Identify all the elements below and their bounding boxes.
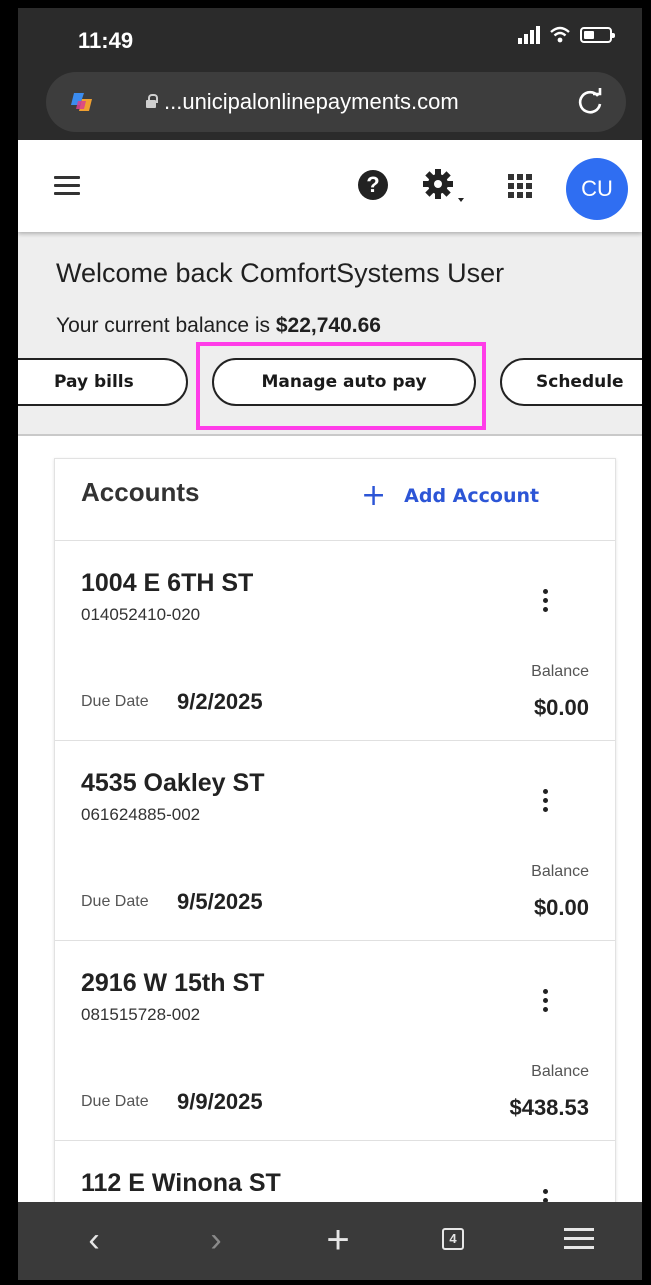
url-text[interactable]: ...unicipalonlinepayments.com (164, 89, 459, 115)
lock-icon (146, 94, 158, 108)
status-icons (518, 26, 615, 44)
due-date-value: 9/2/2025 (177, 689, 263, 714)
menu-icon[interactable] (564, 1228, 594, 1250)
settings-gear-icon[interactable] (420, 166, 470, 206)
apps-grid-icon[interactable] (508, 174, 532, 198)
current-balance-value: $22,740.66 (275, 314, 381, 337)
wifi-icon (550, 26, 570, 43)
account-address: 4535 Oakley ST (81, 769, 265, 797)
current-balance-text: Your current balance is $22,740.66 (56, 314, 381, 338)
add-account-label: Add Account (404, 485, 540, 507)
cellular-signal-icon (518, 26, 540, 44)
due-date-value: 9/9/2025 (177, 1089, 263, 1114)
balance-value: $0.00 (533, 695, 589, 720)
web-page: ? CU Welcome back ComfortSystems User Yo… (18, 140, 642, 1202)
account-row[interactable]: 4535 Oakley ST 061624885-002 Due Date 9/… (55, 741, 615, 941)
balance-value: $438.53 (509, 1095, 589, 1120)
more-options-icon[interactable] (541, 789, 549, 815)
status-bar: 11:49 (18, 8, 642, 70)
battery-icon (580, 27, 615, 43)
app-header: ? CU (18, 140, 642, 232)
account-row[interactable]: 2916 W 15th ST 081515728-002 Due Date 9/… (55, 941, 615, 1141)
due-date-label: Due Date (81, 693, 149, 710)
plus-icon: + (361, 478, 387, 513)
hamburger-menu-button[interactable] (54, 176, 80, 196)
more-options-icon[interactable] (541, 1189, 549, 1202)
back-icon[interactable]: ‹ (74, 1220, 114, 1260)
accounts-title: Accounts (81, 477, 200, 507)
account-row[interactable]: 112 E Winona ST (55, 1141, 615, 1202)
highlight-box (196, 342, 486, 430)
more-options-icon[interactable] (541, 989, 549, 1015)
balance-label: Balance (531, 1063, 589, 1080)
balance-value: $0.00 (533, 895, 589, 920)
account-address: 1004 E 6TH ST (81, 569, 254, 597)
tabs-icon[interactable]: 4 (442, 1228, 464, 1250)
account-row[interactable]: 1004 E 6TH ST 014052410-020 Due Date 9/2… (55, 541, 615, 741)
due-date-value: 9/5/2025 (177, 889, 263, 914)
copilot-icon[interactable] (68, 89, 96, 117)
add-account-button[interactable]: + Add Account (361, 478, 540, 513)
user-avatar[interactable]: CU (566, 158, 628, 220)
account-number: 061624885-002 (81, 805, 201, 824)
welcome-heading: Welcome back ComfortSystems User (56, 258, 505, 288)
balance-label: Balance (531, 663, 589, 680)
account-address: 2916 W 15th ST (81, 969, 265, 997)
due-date-label: Due Date (81, 893, 149, 910)
new-tab-icon[interactable]: + (318, 1220, 358, 1260)
more-options-icon[interactable] (541, 589, 549, 615)
due-date-label: Due Date (81, 1093, 149, 1110)
account-number: 014052410-020 (81, 605, 201, 624)
browser-toolbar: ‹ › + 4 (18, 1202, 642, 1280)
balance-prefix: Your current balance is (56, 314, 276, 337)
phone-screen: 11:49 ...unicipalonlinepayments.com ? CU… (18, 8, 642, 1280)
account-address: 112 E Winona ST (81, 1169, 281, 1197)
device-frame: 11:49 ...unicipalonlinepayments.com ? CU… (0, 0, 651, 1285)
pay-bills-button[interactable]: Pay bills (18, 358, 188, 406)
accounts-card-header: Accounts + Add Account (55, 459, 615, 541)
balance-label: Balance (531, 863, 589, 880)
help-button[interactable]: ? (358, 170, 388, 200)
welcome-banner: Welcome back ComfortSystems User Your cu… (18, 232, 642, 436)
reload-icon[interactable] (574, 86, 606, 118)
schedule-button[interactable]: Schedule (500, 358, 642, 406)
accounts-card: Accounts + Add Account 1004 E 6TH ST 014… (54, 458, 616, 1202)
address-bar[interactable]: ...unicipalonlinepayments.com (46, 72, 626, 132)
account-number: 081515728-002 (81, 1005, 201, 1024)
status-time: 11:49 (78, 28, 134, 53)
forward-icon[interactable]: › (196, 1220, 236, 1260)
